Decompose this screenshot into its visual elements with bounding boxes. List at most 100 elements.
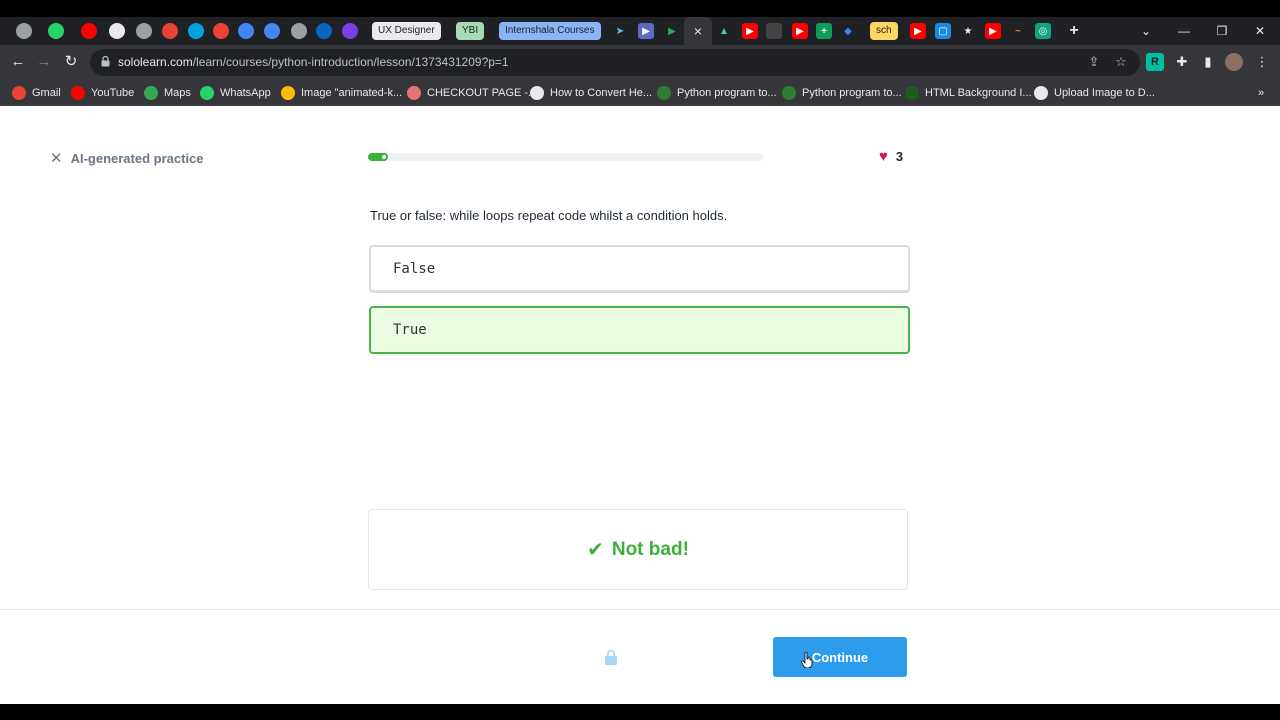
youtube-tab-icon[interactable]: ▶ [985, 23, 1001, 39]
bookmark-favicon-icon [12, 86, 26, 100]
bookmark-label: HTML Background I... [925, 87, 1032, 99]
bookmark-favicon-icon [905, 86, 919, 100]
kotlin-icon[interactable] [264, 23, 280, 39]
youtube-icon[interactable] [81, 23, 97, 39]
gmail-icon[interactable] [213, 23, 229, 39]
feedback-text: Not bad! [611, 538, 689, 560]
progress-bar [368, 153, 763, 161]
tab-ybi[interactable]: YBI [456, 22, 485, 40]
bookmark-label: Maps [164, 87, 191, 99]
bookmark-favicon-icon [281, 86, 295, 100]
globe-icon[interactable] [136, 23, 152, 39]
bookmark-item[interactable]: Maps [144, 85, 191, 101]
youtube-tab-icon[interactable]: ▶ [742, 23, 758, 39]
tab-sch[interactable]: sch [870, 22, 898, 40]
screen: UX Designer YBI Internshala Courses ➤ ▶ … [0, 0, 1280, 720]
practice-title: AI-generated practice [70, 150, 204, 166]
active-tab-close-button[interactable]: × [684, 17, 712, 45]
answer-option-false[interactable]: False [369, 245, 910, 293]
progress-fill [368, 153, 388, 161]
restore-icon[interactable]: ❐ [1212, 21, 1232, 41]
profile-avatar[interactable] [1225, 53, 1243, 71]
youtube-tab-icon[interactable]: ▶ [910, 23, 926, 39]
lesson-page: ✕ AI-generated practice ♥ 3 True or fals… [0, 106, 1280, 704]
new-tab-icon[interactable]: + [1066, 22, 1082, 39]
close-icon[interactable]: ✕ [50, 149, 63, 167]
continue-button[interactable]: Continue [773, 637, 907, 677]
bookmark-label: Python program to... [677, 87, 777, 99]
doc-tab-icon[interactable] [766, 23, 782, 39]
close-practice-button[interactable]: ✕ AI-generated practice [50, 149, 204, 167]
bookmark-favicon-icon [530, 86, 544, 100]
wave-tab-icon[interactable]: ~ [1010, 23, 1026, 39]
linkedin-icon[interactable] [316, 23, 332, 39]
bookmark-item[interactable]: Python program to... [657, 85, 777, 101]
bookmark-item[interactable]: YouTube [71, 85, 134, 101]
bookmark-item[interactable]: Gmail [12, 85, 61, 101]
tab-search-icon[interactable]: ⌄ [1136, 21, 1156, 41]
play-store-icon[interactable]: ▶ [664, 23, 680, 39]
menu-kebab-icon[interactable]: ⋮ [1253, 53, 1271, 71]
bookmark-label: WhatsApp [220, 87, 271, 99]
bookmark-item[interactable]: Image "animated-k... [281, 85, 402, 101]
bookmark-label: Image "animated-k... [301, 87, 403, 99]
back-icon[interactable]: ← [8, 52, 28, 72]
bookmarks-bar: Gmail YouTube Maps WhatsApp Image "animated-… [0, 80, 1280, 106]
globe-icon[interactable] [16, 23, 32, 39]
bookmark-label: CHECKOUT PAGE -... [427, 87, 538, 99]
unlock-icon[interactable] [604, 649, 618, 665]
kotlin-icon[interactable] [238, 23, 254, 39]
bookmark-favicon-icon [200, 86, 214, 100]
bookmark-favicon-icon [782, 86, 796, 100]
share-icon[interactable]: ⇪ [1086, 54, 1102, 70]
extension-r-icon[interactable]: R [1146, 53, 1164, 71]
bookmark-star-icon[interactable]: ☆ [1113, 54, 1129, 70]
github-icon[interactable] [109, 23, 125, 39]
footer-divider [0, 609, 1280, 610]
bookmark-item[interactable]: How to Convert He... [530, 85, 652, 101]
is-icon[interactable] [188, 23, 204, 39]
u-icon[interactable] [342, 23, 358, 39]
extensions-puzzle-icon[interactable]: ✚ [1173, 53, 1191, 71]
arrow-tab-icon[interactable]: ➤ [612, 23, 628, 39]
forward-icon[interactable]: → [34, 52, 54, 72]
url-host: sololearn.com [118, 55, 193, 69]
shield-tab-icon[interactable]: ◆ [840, 23, 856, 39]
answer-option-true[interactable]: True [369, 306, 910, 354]
tab-ux-designer[interactable]: UX Designer [372, 22, 441, 40]
android-icon[interactable]: ▲ [716, 23, 732, 39]
bookmark-favicon-icon [407, 86, 421, 100]
whatsapp-icon[interactable] [48, 23, 64, 39]
close-window-icon[interactable]: ✕ [1250, 21, 1270, 41]
side-panel-icon[interactable]: ▮ [1199, 53, 1217, 71]
send-tab-icon[interactable]: ▶ [638, 23, 654, 39]
heart-icon: ♥ [879, 148, 888, 165]
minimize-icon[interactable]: — [1174, 21, 1194, 41]
url-path: /learn/courses/python-introduction/lesso… [192, 55, 509, 69]
windows-tab-icon[interactable]: ▢ [935, 23, 951, 39]
lock-icon [101, 56, 110, 67]
url-text[interactable]: sololearn.com/learn/courses/python-intro… [118, 55, 509, 69]
bookmark-item[interactable]: Python program to... [782, 85, 902, 101]
address-bar[interactable]: sololearn.com/learn/courses/python-intro… [90, 49, 1140, 76]
lives-counter: ♥ 3 [879, 148, 903, 165]
bookmark-item[interactable]: Upload Image to D... [1034, 85, 1155, 101]
bookmark-item[interactable]: WhatsApp [200, 85, 271, 101]
browser-toolbar: ← → ↻ sololearn.com/learn/courses/python… [0, 45, 1280, 80]
bookmark-favicon-icon [657, 86, 671, 100]
bookmark-item[interactable]: HTML Background I... [905, 85, 1032, 101]
bookmark-item[interactable]: CHECKOUT PAGE -... [407, 85, 537, 101]
tab-internshala-courses[interactable]: Internshala Courses [499, 22, 601, 40]
more-bookmarks-icon[interactable]: » [1258, 85, 1264, 101]
bookmark-label: How to Convert He... [550, 87, 653, 99]
bookmark-favicon-icon [1034, 86, 1048, 100]
globe-icon[interactable] [291, 23, 307, 39]
feedback-panel: ✔ Not bad! [368, 509, 908, 590]
sheets-icon[interactable]: + [816, 23, 832, 39]
chatgpt-tab-icon[interactable]: ◎ [1035, 23, 1051, 39]
reload-icon[interactable]: ↻ [61, 52, 81, 72]
star-tab-icon[interactable]: ★ [960, 23, 976, 39]
youtube-tab-icon[interactable]: ▶ [792, 23, 808, 39]
question-text: True or false: while loops repeat code w… [370, 208, 728, 223]
gmail-icon[interactable] [162, 23, 178, 39]
